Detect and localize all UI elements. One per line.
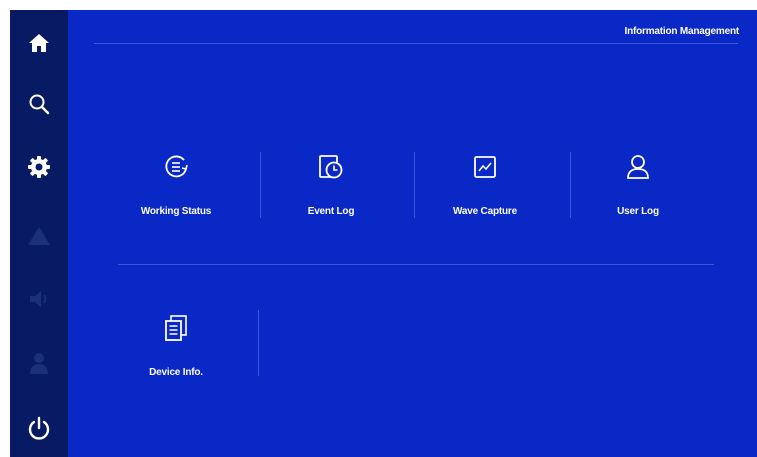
search-icon <box>29 94 50 115</box>
tile-label: Working Status <box>140 206 212 217</box>
tile-divider <box>258 310 259 376</box>
tile-device-info[interactable]: Device Info. <box>116 314 236 404</box>
sidebar-item-search[interactable] <box>10 77 68 131</box>
tile-divider <box>570 152 571 218</box>
tile-user-log[interactable]: User Log <box>578 153 698 243</box>
warning-icon <box>28 227 50 245</box>
working-status-icon <box>165 155 188 178</box>
sidebar-item-user[interactable] <box>10 336 68 390</box>
tile-working-status[interactable]: Working Status <box>116 153 236 243</box>
user-icon <box>30 353 48 374</box>
app-frame: Information Management Working Status Ev… <box>0 0 757 457</box>
header-divider <box>94 43 738 44</box>
sidebar-item-home[interactable] <box>10 16 68 70</box>
user-log-icon <box>627 155 649 179</box>
row-divider <box>118 264 714 265</box>
tile-label: User Log <box>617 206 659 217</box>
event-log-icon <box>319 155 343 179</box>
tile-divider <box>260 152 261 218</box>
wave-capture-icon <box>474 156 496 178</box>
sidebar <box>10 10 68 457</box>
tile-event-log[interactable]: Event Log <box>271 153 391 243</box>
tile-label: Device Info. <box>149 367 203 378</box>
home-icon <box>29 34 49 52</box>
main-panel: Information Management Working Status Ev… <box>68 10 757 457</box>
tile-divider <box>414 152 415 218</box>
speaker-icon <box>30 291 47 307</box>
tile-label: Event Log <box>307 206 355 217</box>
sidebar-item-alarm[interactable] <box>10 209 68 263</box>
tile-wave-capture[interactable]: Wave Capture <box>425 153 545 243</box>
sidebar-item-sound[interactable] <box>10 272 68 326</box>
page-title: Information Management <box>624 26 740 37</box>
sidebar-item-power[interactable] <box>10 402 68 456</box>
power-icon <box>28 416 50 440</box>
sidebar-item-settings[interactable] <box>10 140 68 194</box>
tile-label: Wave Capture <box>453 206 517 217</box>
gear-icon <box>28 156 50 178</box>
device-info-icon <box>165 315 187 341</box>
